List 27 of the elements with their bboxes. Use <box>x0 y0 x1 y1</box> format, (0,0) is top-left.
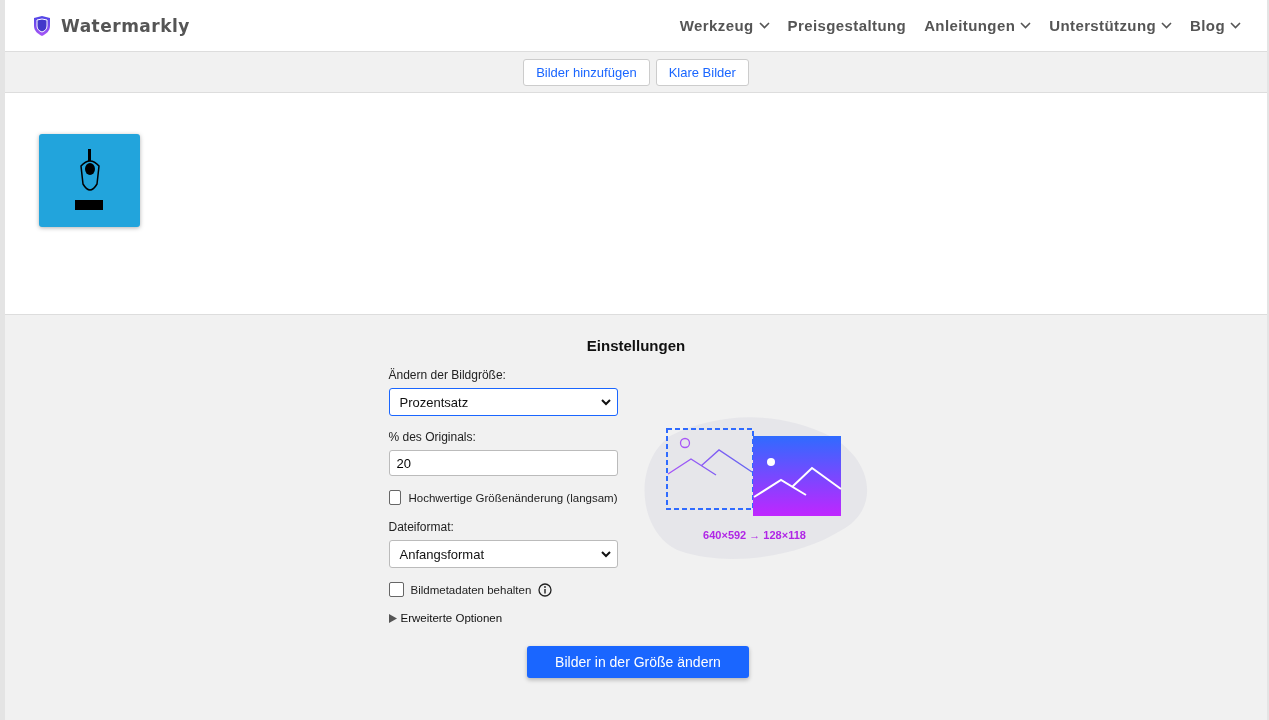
checkbox[interactable] <box>388 490 402 505</box>
caret-icon <box>600 398 611 406</box>
triangle-icon[interactable] <box>388 613 397 623</box>
shield-logo-icon <box>33 15 51 36</box>
nav-link[interactable]: Unterstützung <box>1049 17 1173 34</box>
nav-link[interactable]: Blog <box>1190 17 1241 34</box>
select-field[interactable]: Prozentsatz <box>388 388 618 416</box>
advanced-options-link[interactable]: Erweiterte Optionen <box>400 612 503 624</box>
caret-icon <box>600 550 611 558</box>
size-caption: 640×592 → 128×118 <box>703 529 806 541</box>
toolbar-button[interactable]: Bilder hinzufügen <box>523 58 650 86</box>
brand-name[interactable]: Watermarkly <box>61 15 190 36</box>
info-icon[interactable] <box>538 582 553 597</box>
nav-link[interactable]: Preisgestaltung <box>787 17 907 34</box>
checkbox-label: Hochwertige Größenänderung (langsam) <box>408 491 618 504</box>
nav-link[interactable]: Anleitungen <box>924 17 1032 34</box>
field-label: Dateiformat: <box>388 520 455 534</box>
checkbox-label: Bildmetadaten behalten <box>410 583 532 596</box>
select-field[interactable]: Anfangsformat <box>388 540 618 568</box>
checkbox[interactable] <box>388 582 404 597</box>
field-label: Ändern der Bildgröße: <box>388 368 507 382</box>
field-label: % des Originals: <box>388 430 477 444</box>
settings-title: Einstellungen <box>586 337 686 354</box>
input-field[interactable]: 20 <box>388 450 618 476</box>
resize-button[interactable]: Bilder in der Größe ändern <box>527 646 749 678</box>
nav-link[interactable]: Werkzeug <box>679 17 770 34</box>
toolbar-button[interactable]: Klare Bilder <box>655 58 749 86</box>
